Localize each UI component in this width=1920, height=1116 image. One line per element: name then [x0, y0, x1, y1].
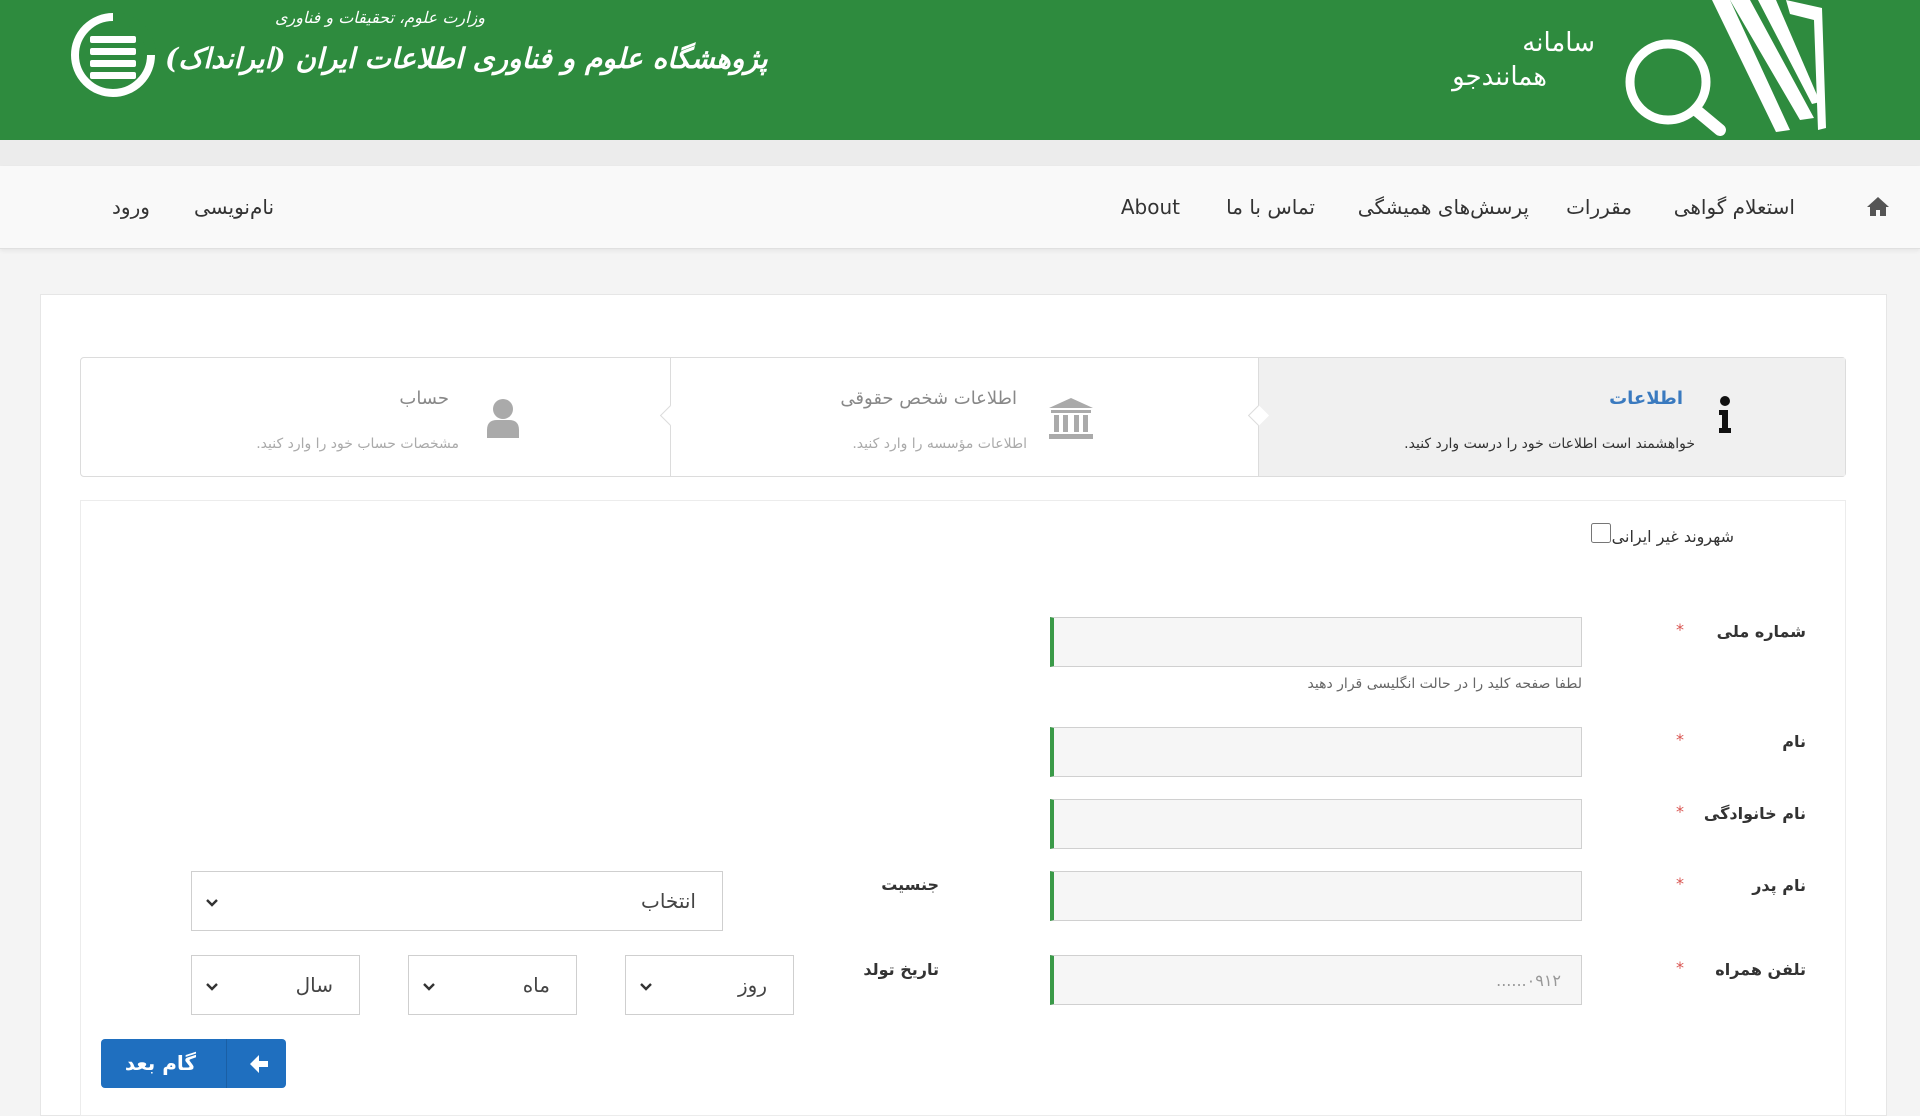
site-header: وزارت علوم، تحقیقات و فناوری پژوهشگاه عل…: [0, 0, 1920, 140]
birth-month-select[interactable]: ماه: [408, 955, 577, 1015]
non-iranian-checkbox[interactable]: [1591, 523, 1611, 543]
magnifier-documents-logo-icon[interactable]: [1590, 0, 1830, 138]
arrow-left-icon: [250, 1055, 268, 1073]
wizard-step-info[interactable]: اطلاعات خواهشمند است اطلاعات خود را درست…: [1258, 358, 1845, 476]
gender-selected-value: انتخاب: [641, 889, 696, 913]
next-step-button[interactable]: گام بعد: [101, 1039, 286, 1088]
institution-icon: [1049, 398, 1093, 439]
mobile-label: تلفن همراه: [1715, 960, 1806, 979]
organization-name: پژوهشگاه علوم و فناوری اطلاعات ایران (ای…: [165, 42, 768, 75]
nav-certificate-inquiry[interactable]: استعلام گواهی: [1674, 166, 1795, 248]
father-name-input[interactable]: [1050, 871, 1582, 921]
step-description: خواهشمند است اطلاعات خود را درست وارد کن…: [1404, 436, 1695, 452]
user-icon: [487, 399, 519, 438]
brand-line-1: سامانه: [1522, 28, 1595, 58]
wizard-step-account[interactable]: حساب مشخصات حساب خود را وارد کنید.: [81, 358, 669, 476]
birth-month-value: ماه: [522, 973, 550, 997]
last-name-label: نام خانوادگی: [1703, 804, 1806, 823]
info-icon: [1719, 396, 1731, 433]
national-id-help-text: لطفا صفحه کلید را در حالت انگلیسی قرار د…: [1307, 676, 1582, 692]
nav-contact-us[interactable]: تماس با ما: [1226, 166, 1315, 248]
birth-day-value: روز: [738, 973, 767, 997]
required-marker: *: [1676, 620, 1684, 639]
button-divider: [226, 1039, 227, 1088]
chevron-down-icon: [206, 983, 218, 991]
required-marker: *: [1676, 802, 1684, 821]
irandoc-logo-icon[interactable]: [68, 10, 158, 100]
last-name-input[interactable]: [1050, 799, 1582, 849]
chevron-down-icon: [423, 983, 435, 991]
national-id-input[interactable]: [1050, 617, 1582, 667]
nav-register[interactable]: نام‌نویسی: [194, 166, 274, 248]
birth-year-select[interactable]: سال: [191, 955, 360, 1015]
step-description: اطلاعات مؤسسه را وارد کنید.: [852, 436, 1027, 452]
brand-title[interactable]: سامانه همانندجو: [1395, 26, 1595, 94]
nav-login[interactable]: ورود: [112, 166, 150, 248]
required-marker: *: [1676, 730, 1684, 749]
gender-label: جنسیت: [881, 875, 939, 894]
brand-line-2: همانندجو: [1452, 62, 1547, 92]
non-iranian-label: شهروند غیر ایرانی: [1611, 527, 1734, 546]
chevron-down-icon: [640, 983, 652, 991]
chevron-down-icon: [206, 899, 218, 907]
step-title: اطلاعات شخص حقوقی: [840, 388, 1017, 409]
wizard-step-legal-entity[interactable]: اطلاعات شخص حقوقی اطلاعات مؤسسه را وارد …: [670, 358, 1257, 476]
birth-year-value: سال: [295, 973, 333, 997]
step-title: اطلاعات: [1609, 388, 1683, 409]
first-name-label: نام: [1782, 732, 1806, 751]
next-step-label: گام بعد: [124, 1051, 196, 1075]
required-marker: *: [1676, 958, 1684, 977]
gender-select[interactable]: انتخاب: [191, 871, 723, 931]
required-marker: *: [1676, 874, 1684, 893]
national-id-label: شماره ملی: [1716, 622, 1806, 641]
nav-about[interactable]: About: [1121, 166, 1180, 248]
header-divider-strip: [0, 140, 1920, 166]
mobile-input[interactable]: [1050, 955, 1582, 1005]
nav-faq[interactable]: پرسش‌های همیشگی: [1358, 166, 1529, 248]
step-title: حساب: [399, 388, 449, 409]
first-name-input[interactable]: [1050, 727, 1582, 777]
birthdate-label: تاریخ تولد: [863, 960, 939, 979]
main-navbar: استعلام گواهی مقررات پرسش‌های همیشگی تما…: [0, 166, 1920, 249]
birth-day-select[interactable]: روز: [625, 955, 794, 1015]
home-icon[interactable]: [1866, 195, 1890, 217]
ministry-text: وزارت علوم، تحقیقات و فناوری: [275, 8, 485, 27]
nav-regulations[interactable]: مقررات: [1566, 166, 1632, 248]
wizard-steps: اطلاعات خواهشمند است اطلاعات خود را درست…: [80, 357, 1846, 477]
father-name-label: نام پدر: [1752, 876, 1806, 895]
step-description: مشخصات حساب خود را وارد کنید.: [256, 436, 459, 452]
